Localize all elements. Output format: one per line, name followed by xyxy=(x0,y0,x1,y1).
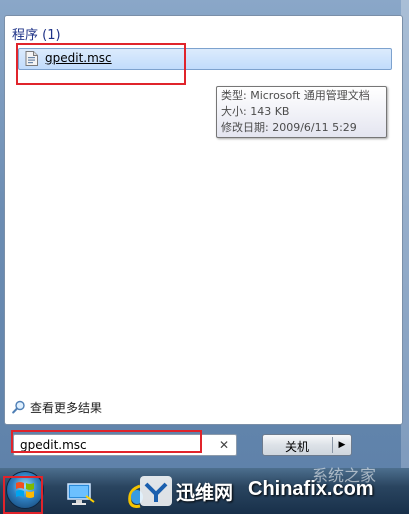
clear-search-icon[interactable]: ✕ xyxy=(218,438,230,452)
group-title-programs: 程序 (1) xyxy=(12,28,61,43)
tooltip-modified: 修改日期: 2009/6/11 5:29 xyxy=(221,121,357,134)
annotation-box-result xyxy=(16,43,186,85)
tooltip-type: 类型: Microsoft 通用管理文档 xyxy=(221,89,370,102)
annotation-box-start xyxy=(3,476,43,514)
network-computer-icon[interactable] xyxy=(66,482,96,508)
shutdown-button[interactable]: 关机 xyxy=(263,438,331,455)
shutdown-options-arrow-icon[interactable]: ▶ xyxy=(335,438,349,452)
search-icon xyxy=(12,400,25,414)
file-tooltip: 类型: Microsoft 通用管理文档 大小: 143 KB 修改日期: 20… xyxy=(216,86,387,138)
tooltip-size: 大小: 143 KB xyxy=(221,105,290,118)
watermark-faint: 系统之家 xyxy=(312,466,377,485)
watermark-logo-icon xyxy=(140,476,172,506)
annotation-box-search xyxy=(11,430,202,453)
watermark-brand-cn: 迅维网 xyxy=(176,482,234,504)
shutdown-divider xyxy=(332,437,333,453)
see-more-results-label: 查看更多结果 xyxy=(30,401,103,415)
shutdown-button-group: 关机 ▶ xyxy=(262,434,352,456)
